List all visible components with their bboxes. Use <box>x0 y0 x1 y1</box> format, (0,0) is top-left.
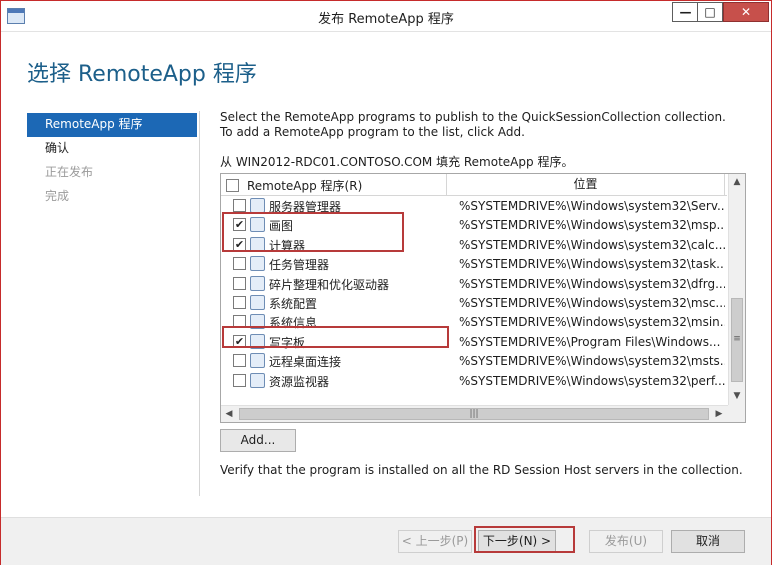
program-name: 资源监视器 <box>269 374 330 389</box>
program-name: 远程桌面连接 <box>269 355 342 370</box>
server-manager-icon <box>250 198 265 213</box>
remoteapp-program-list[interactable]: RemoteApp 程序(R) 位置 服务器管理器 %SYSTEMDRIVE%\… <box>220 173 746 423</box>
scroll-down-icon[interactable]: ▼ <box>729 388 745 405</box>
page-title: 选择 RemoteApp 程序 <box>27 62 257 87</box>
program-path: %SYSTEMDRIVE%\Windows\system32\calc... <box>459 237 725 252</box>
maximize-icon: □ <box>704 5 716 19</box>
row-checkbox[interactable] <box>233 295 246 309</box>
program-path: %SYSTEMDRIVE%\Windows\system32\dfrg... <box>459 276 725 291</box>
program-path: %SYSTEMDRIVE%\Windows\system32\msts... <box>459 354 725 369</box>
horizontal-scrollbar[interactable]: ◀ ||| ▶ <box>221 405 728 422</box>
minimize-icon: — <box>679 5 692 19</box>
system-config-icon <box>250 294 265 310</box>
select-all-checkbox[interactable] <box>226 179 239 192</box>
scroll-up-icon[interactable]: ▲ <box>729 174 745 191</box>
task-manager-icon <box>250 256 265 272</box>
add-button[interactable]: Add... <box>220 429 296 452</box>
row-checkbox[interactable] <box>233 276 246 290</box>
step-confirm[interactable]: 确认 <box>27 137 197 161</box>
publish-button[interactable]: 发布(U) <box>589 530 663 553</box>
footer-bar: < 上一步(P) 下一步(N) > 发布(U) 取消 <box>1 517 771 565</box>
scrollbar-corner <box>728 405 745 422</box>
column-program-label: RemoteApp 程序(R) <box>247 179 363 193</box>
program-name: 任务管理器 <box>269 258 330 273</box>
resource-monitor-icon <box>250 372 265 388</box>
description-text: Select the RemoteApp programs to publish… <box>220 110 726 139</box>
defrag-icon <box>250 275 265 291</box>
program-path: %SYSTEMDRIVE%\Windows\system32\msp... <box>459 218 725 233</box>
list-header: RemoteApp 程序(R) 位置 <box>221 174 727 196</box>
program-path: %SYSTEMDRIVE%\Windows\system32\msc... <box>459 295 725 310</box>
program-path: %SYSTEMDRIVE%\Program Files\Windows... <box>459 334 721 349</box>
highlight-box-next <box>474 526 575 553</box>
highlight-box-wordpad <box>222 326 449 348</box>
highlight-box-paint-calculator <box>222 212 404 252</box>
minimize-button[interactable]: — <box>672 2 698 22</box>
close-button[interactable]: ✕ <box>723 2 769 22</box>
step-publishing: 正在发布 <box>45 165 94 179</box>
list-item[interactable]: 资源监视器 %SYSTEMDRIVE%\Windows\system32\per… <box>221 371 727 390</box>
window-title: 发布 RemoteApp 程序 <box>318 12 454 27</box>
previous-button[interactable]: < 上一步(P) <box>398 530 472 553</box>
column-header-program[interactable]: RemoteApp 程序(R) <box>221 174 447 195</box>
row-checkbox[interactable] <box>233 199 246 212</box>
title-bar[interactable]: 发布 RemoteApp 程序 — □ ✕ <box>1 1 771 32</box>
program-name: 碎片整理和优化驱动器 <box>269 277 390 292</box>
source-server-text: 从 WIN2012-RDC01.CONTOSO.COM 填充 RemoteApp… <box>220 155 574 169</box>
list-item[interactable]: 系统配置 %SYSTEMDRIVE%\Windows\system32\msc.… <box>221 293 727 312</box>
scroll-left-icon[interactable]: ◀ <box>221 406 237 422</box>
cancel-button[interactable]: 取消 <box>671 530 745 553</box>
wizard-steps-nav: RemoteApp 程序 确认 正在发布 完成 <box>27 113 197 209</box>
column-header-location[interactable]: 位置 <box>447 174 725 195</box>
list-item[interactable]: 远程桌面连接 %SYSTEMDRIVE%\Windows\system32\ms… <box>221 351 727 370</box>
list-item[interactable]: 任务管理器 %SYSTEMDRIVE%\Windows\system32\tas… <box>221 254 727 273</box>
program-path: %SYSTEMDRIVE%\Windows\system32\Serv... <box>459 199 725 213</box>
program-path: %SYSTEMDRIVE%\Windows\system32\task... <box>459 257 725 272</box>
horizontal-scroll-thumb[interactable]: ||| <box>239 408 709 420</box>
vertical-scrollbar[interactable]: ▲ ≡ ▼ <box>728 174 745 405</box>
vertical-scroll-thumb[interactable]: ≡ <box>731 298 743 382</box>
maximize-button[interactable]: □ <box>697 2 723 22</box>
step-complete: 完成 <box>45 189 70 203</box>
program-name: 系统配置 <box>269 296 318 311</box>
row-checkbox[interactable] <box>233 257 246 271</box>
remote-desktop-icon <box>250 353 265 369</box>
row-checkbox[interactable] <box>233 354 246 368</box>
close-icon: ✕ <box>740 5 752 19</box>
verify-note: Verify that the program is installed on … <box>220 463 743 477</box>
program-path: %SYSTEMDRIVE%\Windows\system32\msin... <box>459 315 725 330</box>
program-path: %SYSTEMDRIVE%\Windows\system32\perf... <box>459 373 725 388</box>
publish-remoteapp-dialog: 发布 RemoteApp 程序 — □ ✕ 选择 RemoteApp 程序 Re… <box>0 0 772 565</box>
nav-divider <box>199 111 200 496</box>
scroll-right-icon[interactable]: ▶ <box>711 406 727 422</box>
row-checkbox[interactable] <box>233 373 246 387</box>
step-remoteapp-programs[interactable]: RemoteApp 程序 <box>27 113 197 137</box>
list-item[interactable]: 碎片整理和优化驱动器 %SYSTEMDRIVE%\Windows\system3… <box>221 274 727 293</box>
